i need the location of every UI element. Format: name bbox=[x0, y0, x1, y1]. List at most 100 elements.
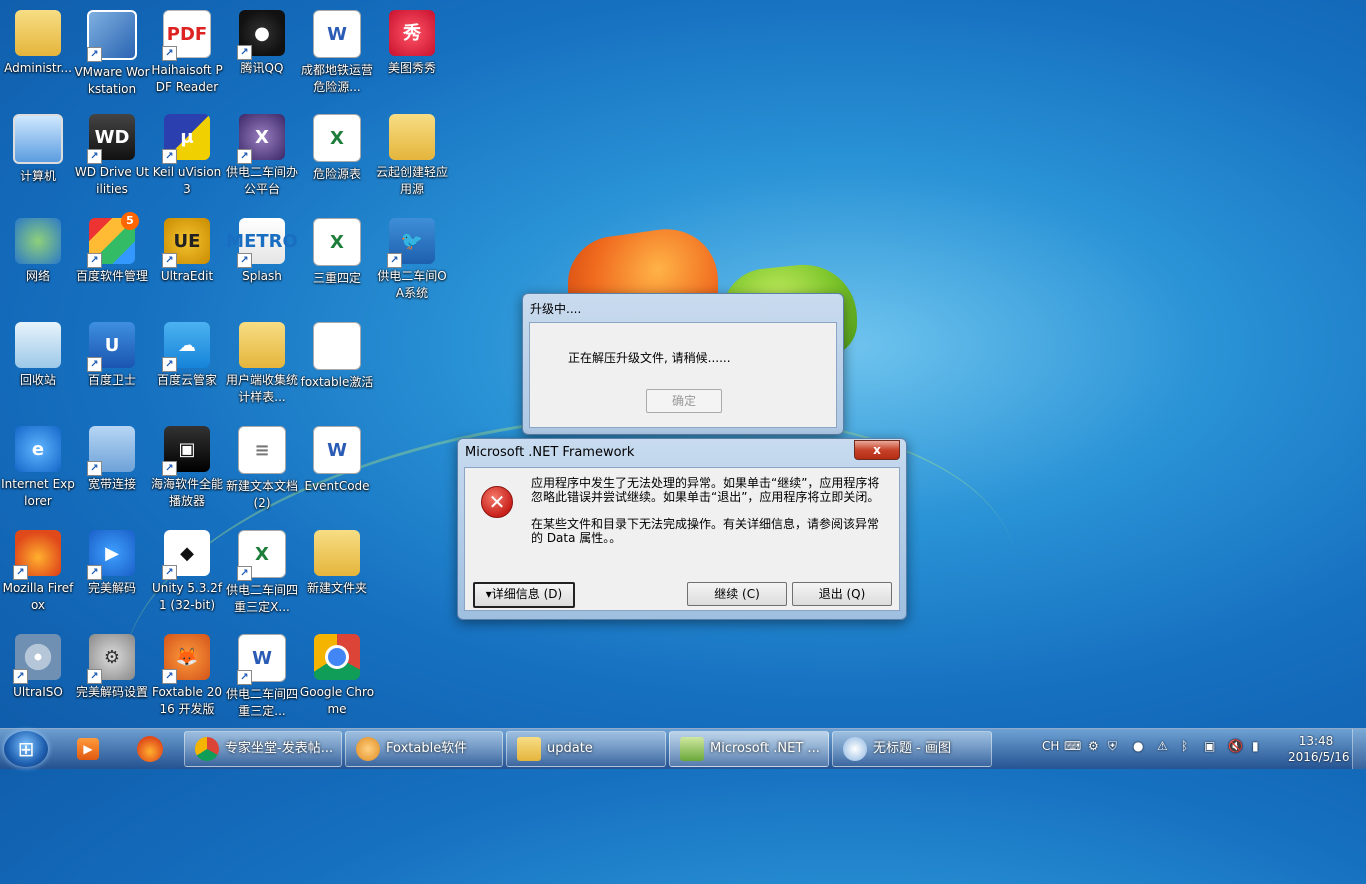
notification-badge: 5 bbox=[121, 212, 139, 230]
desktop-icon-excel-sheet[interactable]: X 供电二车间四重三定X... bbox=[224, 524, 300, 616]
desktop-icon-ultraedit[interactable]: UE UltraEdit bbox=[149, 212, 225, 285]
upgrade-dialog-body: 正在解压升级文件, 请稍候...... 确定 bbox=[529, 322, 837, 428]
input-method-icon[interactable]: ⚙ bbox=[1088, 739, 1099, 753]
language-indicator[interactable]: CH bbox=[1042, 739, 1059, 753]
user-folder-icon bbox=[15, 10, 61, 56]
foxtable-icon bbox=[356, 737, 380, 761]
desktop-icon-wd-drive-utilities[interactable]: WD WD Drive Utilities bbox=[74, 108, 150, 198]
clock[interactable]: 13:48 2016/5/16 bbox=[1288, 733, 1350, 765]
desktop-icon-computer[interactable]: 计算机 bbox=[0, 108, 76, 185]
excel-document-icon: X bbox=[313, 114, 361, 162]
desktop-icon-haihai-player[interactable]: ▣ 海海软件全能播放器 bbox=[149, 420, 225, 510]
continue-button[interactable]: 继续 (C) bbox=[687, 582, 787, 606]
desktop-icon-administrator[interactable]: Administr... bbox=[0, 4, 76, 77]
network-warning-icon[interactable]: ⚠ bbox=[1157, 739, 1168, 753]
upgrade-dialog: 升级中.... 正在解压升级文件, 请稍候...... 确定 bbox=[522, 293, 844, 435]
firefox-icon bbox=[13, 530, 61, 580]
blank-document-icon bbox=[313, 322, 361, 370]
error-message: 应用程序中发生了无法处理的异常。如果单击“继续”，应用程序将忽略此错误并尝试继续… bbox=[531, 476, 881, 558]
desktop-icon-new-folder[interactable]: 新建文件夹 bbox=[299, 524, 375, 597]
film-player-icon: ▣ bbox=[162, 426, 210, 476]
text-document-icon: ≡ bbox=[238, 426, 286, 474]
desktop-icon-firefox[interactable]: Mozilla Firefox bbox=[0, 524, 76, 614]
cloud-icon: ☁ bbox=[162, 322, 210, 372]
desktop-icon-perfect-decoder-settings[interactable]: ⚙ 完美解码设置 bbox=[74, 628, 150, 701]
task-update-folder[interactable]: update bbox=[506, 731, 666, 767]
details-button[interactable]: ▾详细信息 (D) bbox=[473, 582, 575, 608]
media-player-icon: ▶ bbox=[87, 530, 135, 580]
desktop-icon-splash[interactable]: METRO Splash bbox=[224, 212, 300, 285]
taskbar: ▶ 专家坐堂-发表帖... Foxtable软件 update Microsof… bbox=[0, 728, 1366, 769]
folder-icon bbox=[389, 114, 435, 160]
desktop-icon-recycle-bin[interactable]: 回收站 bbox=[0, 316, 76, 389]
internet-explorer-icon: e bbox=[15, 426, 61, 472]
firefox-pinned-icon[interactable] bbox=[126, 733, 174, 765]
error-message-paragraph-2: 在某些文件和目录下无法完成操作。有关详细信息，请参阅该异常的 Data 属性。。 bbox=[531, 517, 880, 545]
desktop-icon-user-stats-folder[interactable]: 用户端收集统计样表... bbox=[224, 316, 300, 406]
show-desktop-button[interactable] bbox=[1352, 729, 1366, 769]
desktop-icon-hazard-table[interactable]: X 危险源表 bbox=[299, 108, 375, 183]
desktop-icon-metro-hazard-doc[interactable]: W 成都地铁运营危险源... bbox=[299, 4, 375, 96]
dotnet-app-icon bbox=[680, 737, 704, 761]
desktop-icon-office-platform[interactable]: X 供电二车间办公平台 bbox=[224, 108, 300, 198]
desktop-icon-sanzhong-siding[interactable]: X 三重四定 bbox=[299, 212, 375, 287]
bird-icon: 🐦 bbox=[387, 218, 435, 268]
word-document-icon: W bbox=[313, 10, 361, 58]
task-paint[interactable]: 无标题 - 画图 bbox=[832, 731, 992, 767]
desktop-icon-foxtable[interactable]: 🦊 Foxtable 2016 开发版 bbox=[149, 628, 225, 718]
x-app-icon: X bbox=[237, 114, 285, 164]
error-dialog-title: Microsoft .NET Framework bbox=[465, 445, 635, 460]
bluetooth-icon[interactable]: ᛒ bbox=[1181, 739, 1188, 753]
close-button[interactable]: x bbox=[854, 440, 900, 460]
desktop-icon-network[interactable]: 网络 bbox=[0, 212, 76, 285]
desktop-icon-baidu-guard[interactable]: U 百度卫士 bbox=[74, 316, 150, 389]
ultraedit-icon: UE bbox=[162, 218, 210, 268]
desktop-icon-ultraiso[interactable]: UltraISO bbox=[0, 628, 76, 701]
desktop-icon-eventcode[interactable]: W EventCode bbox=[299, 420, 375, 495]
desktop-icon-qq[interactable]: ● 腾讯QQ bbox=[224, 4, 300, 77]
signal-icon[interactable]: ▮ bbox=[1252, 739, 1259, 753]
desktop-icon-yunqi-folder[interactable]: 云起创建轻应用源 bbox=[374, 108, 450, 198]
shield-icon: U bbox=[87, 322, 135, 372]
quit-button[interactable]: 退出 (Q) bbox=[792, 582, 892, 606]
keyboard-icon[interactable]: ⌨ bbox=[1064, 739, 1081, 753]
desktop-icon-keil[interactable]: μ Keil uVision3 bbox=[149, 108, 225, 198]
task-dotnet-framework[interactable]: Microsoft .NET ... bbox=[669, 731, 829, 767]
desktop-icon-unity[interactable]: ◆ Unity 5.3.2f1 (32-bit) bbox=[149, 524, 225, 614]
folder-icon bbox=[314, 530, 360, 576]
recycle-bin-icon bbox=[15, 322, 61, 368]
wd-drive-icon: WD bbox=[87, 114, 135, 164]
folder-icon bbox=[239, 322, 285, 368]
desktop-icon-pdf-reader[interactable]: PDF Haihaisoft PDF Reader bbox=[149, 4, 225, 96]
desktop-icon-perfect-decoder[interactable]: ▶ 完美解码 bbox=[74, 524, 150, 597]
desktop-icon-word-doc[interactable]: W 供电二车间四重三定... bbox=[224, 628, 300, 720]
desktop-icon-internet-explorer[interactable]: e Internet Explorer bbox=[0, 420, 76, 510]
shield-tray-icon[interactable]: ⛨ bbox=[1108, 739, 1117, 754]
desktop-icon-vmware[interactable]: VMware Workstation bbox=[74, 4, 150, 98]
error-icon: ✕ bbox=[481, 486, 513, 518]
start-button[interactable] bbox=[4, 731, 48, 767]
monitor-tray-icon[interactable]: ▣ bbox=[1204, 739, 1215, 753]
network-icon bbox=[15, 218, 61, 264]
desktop-icon-new-text-doc[interactable]: ≡ 新建文本文档 (2) bbox=[224, 420, 300, 512]
desktop-icon-oa-system[interactable]: 🐦 供电二车间OA系统 bbox=[374, 212, 450, 302]
unity-icon: ◆ bbox=[162, 530, 210, 580]
desktop-icon-meitu[interactable]: 秀 美图秀秀 bbox=[374, 4, 450, 77]
meitu-icon: 秀 bbox=[389, 10, 435, 56]
media-player-pinned-icon[interactable]: ▶ bbox=[64, 733, 112, 765]
qq-tray-icon[interactable]: ● bbox=[1133, 739, 1143, 753]
desktop-icon-broadband[interactable]: 宽带连接 bbox=[74, 420, 150, 493]
desktop-icon-foxtable-activate[interactable]: foxtable激活 bbox=[299, 316, 375, 391]
clock-date: 2016/5/16 bbox=[1288, 750, 1350, 764]
task-chrome-forum[interactable]: 专家坐堂-发表帖... bbox=[184, 731, 342, 767]
desktop-icon-baidu-software-manager[interactable]: 5 百度软件管理 bbox=[74, 212, 150, 285]
chrome-icon bbox=[314, 634, 360, 680]
ultraiso-disc-icon bbox=[13, 634, 61, 684]
desktop-icon-baidu-cloud[interactable]: ☁ 百度云管家 bbox=[149, 316, 225, 389]
desktop-icon-google-chrome[interactable]: Google Chrome bbox=[299, 628, 375, 718]
speaker-muted-icon[interactable]: 🔇 bbox=[1228, 739, 1243, 753]
clock-time: 13:48 bbox=[1298, 734, 1334, 748]
ok-button[interactable]: 确定 bbox=[646, 389, 722, 413]
error-message-paragraph-1: 应用程序中发生了无法处理的异常。如果单击“继续”，应用程序将忽略此错误并尝试继续… bbox=[531, 476, 880, 504]
task-foxtable[interactable]: Foxtable软件 bbox=[345, 731, 503, 767]
